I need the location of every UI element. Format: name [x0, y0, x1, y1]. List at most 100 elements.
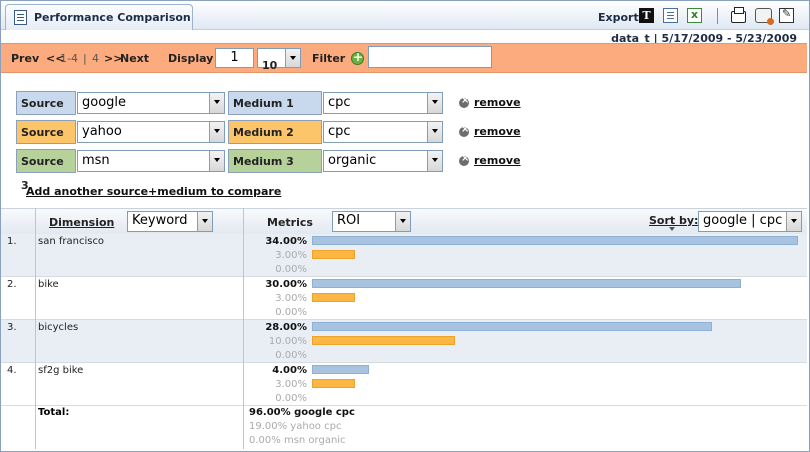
pagination-bar: Prev << 1-4 | 4 >> Next Display 1 10 Fil… — [1, 43, 807, 73]
row-keyword: bike — [38, 279, 59, 290]
add-filter-icon[interactable] — [351, 50, 364, 65]
table-row: 4. sf2g bike 4.00% 3.00% 0.00% — [1, 363, 807, 406]
source-medium-row-3: Source 3 msn Medium 3 organic — [16, 149, 446, 192]
add-to-dashboard-icon[interactable] — [779, 7, 794, 23]
table-row: 1. san francisco 34.00% 3.00% 0.00% — [1, 234, 807, 277]
chevron-down-icon — [786, 212, 801, 231]
report-tab-title: Performance Comparison — [34, 11, 191, 24]
source-select[interactable]: msn — [77, 150, 225, 172]
column-divider — [35, 208, 36, 449]
row-bar-yahoo-cpc — [312, 336, 455, 345]
email-icon[interactable] — [755, 8, 774, 25]
row-keyword: san francisco — [38, 236, 105, 247]
medium-label: Medium 1 — [228, 91, 322, 115]
source-value: yahoo — [82, 124, 122, 139]
remove-icon[interactable] — [459, 124, 469, 137]
source-label: Source 3 — [16, 149, 76, 192]
table-row: 2. bike 30.00% 3.00% 0.00% — [1, 277, 807, 320]
source-value: google — [82, 95, 127, 110]
medium-value: cpc — [328, 95, 351, 110]
source-medium-row-2: Source 2 yahoo Medium 2 cpc — [16, 120, 446, 163]
remove-icon[interactable] — [459, 153, 469, 166]
toolbar-divider — [717, 8, 718, 24]
chevron-down-icon — [209, 151, 224, 171]
source-label: Source 2 — [16, 120, 76, 163]
text-export-icon[interactable]: T — [639, 8, 654, 23]
source-select[interactable]: google — [77, 92, 225, 114]
row-bar-google-cpc — [312, 279, 741, 288]
print-icon[interactable] — [731, 7, 746, 23]
source-select[interactable]: yahoo — [77, 121, 225, 143]
row-value-yahoo-cpc: 3.00% — [275, 379, 307, 390]
filter-label: Filter — [312, 52, 346, 65]
chevron-down-icon — [209, 122, 224, 142]
source-value: msn — [82, 153, 110, 168]
table-header: Dimension Keyword Metrics ROI Sort by: g… — [1, 208, 807, 236]
row-number: 3. — [7, 322, 17, 333]
add-source-medium-link[interactable]: Add another source+medium to compare — [26, 185, 281, 198]
row-value-google-cpc: 28.00% — [265, 322, 307, 333]
column-divider — [243, 208, 244, 449]
sort-caret-icon — [669, 227, 675, 231]
row-value-msn-organic: 0.00% — [275, 350, 307, 361]
start-row-input[interactable]: 1 — [215, 48, 254, 68]
metric-select[interactable]: ROI — [332, 211, 411, 232]
remove-link-1[interactable]: remove — [474, 96, 521, 109]
row-value-google-cpc: 30.00% — [265, 279, 307, 290]
sort-by-label[interactable]: Sort by: — [649, 214, 698, 227]
row-value-msn-organic: 0.00% — [275, 393, 307, 404]
filter-input[interactable] — [368, 46, 492, 68]
sort-by-value: google | cpc — [703, 213, 783, 228]
medium-select[interactable]: cpc — [323, 92, 443, 114]
prev-link[interactable]: Prev — [11, 52, 39, 65]
row-value-yahoo-cpc: 3.00% — [275, 250, 307, 261]
rows-per-page-select[interactable]: 10 — [257, 48, 301, 72]
metrics-label: Metrics — [267, 216, 313, 229]
row-keyword: sf2g bike — [38, 365, 84, 376]
source-label: Source 1 — [16, 91, 76, 134]
page-range: 1-4 — [60, 52, 78, 65]
doc-export-icon[interactable] — [663, 8, 678, 23]
dimension-select[interactable]: Keyword — [127, 211, 213, 232]
excel-export-icon[interactable] — [687, 8, 702, 23]
display-label: Display — [168, 52, 214, 65]
chevron-down-icon — [427, 93, 442, 113]
row-number: 4. — [7, 365, 17, 376]
dimension-value: Keyword — [132, 213, 188, 228]
chevron-down-icon — [209, 93, 224, 113]
table-row: 3. bicycles 28.00% 10.00% 0.00% — [1, 320, 807, 363]
remove-icon[interactable] — [459, 95, 469, 108]
row-bar-google-cpc — [312, 236, 798, 245]
row-value-msn-organic: 0.00% — [275, 307, 307, 318]
dimension-label: Dimension — [49, 216, 115, 229]
page-total: 4 — [92, 52, 99, 65]
row-bar-yahoo-cpc — [312, 250, 355, 259]
report-tab[interactable]: Performance Comparison — [5, 4, 193, 30]
totals-row: Total: 96.00% google cpc 19.00% yahoo cp… — [1, 405, 807, 449]
row-value-google-cpc: 4.00% — [272, 365, 307, 376]
medium-value: cpc — [328, 124, 351, 139]
chevron-down-icon — [427, 122, 442, 142]
rows-per-page-value: 10 — [262, 59, 278, 72]
sort-by-select[interactable]: google | cpc — [698, 211, 802, 232]
row-bar-google-cpc — [312, 322, 712, 331]
export-label: Export — [598, 11, 639, 24]
remove-link-2[interactable]: remove — [474, 125, 521, 138]
next-link[interactable]: Next — [120, 52, 149, 65]
total-google-text: 96.00% google cpc — [249, 407, 355, 418]
medium-select[interactable]: cpc — [323, 121, 443, 143]
medium-select[interactable]: organic — [323, 150, 443, 172]
row-value-yahoo-cpc: 10.00% — [268, 336, 307, 347]
title-bar: Performance Comparison Export T — [1, 1, 809, 30]
chevron-down-icon — [197, 212, 212, 231]
metric-value: ROI — [337, 213, 361, 228]
medium-label: Medium 2 — [228, 120, 322, 144]
row-keyword: bicycles — [38, 322, 79, 333]
row-bar-yahoo-cpc — [312, 293, 355, 302]
row-value-yahoo-cpc: 3.00% — [275, 293, 307, 304]
report-document-icon — [14, 10, 27, 25]
remove-link-3[interactable]: remove — [474, 154, 521, 167]
chevron-down-icon — [395, 212, 410, 231]
chevron-down-icon — [427, 151, 442, 171]
row-value-google-cpc: 34.00% — [265, 236, 307, 247]
